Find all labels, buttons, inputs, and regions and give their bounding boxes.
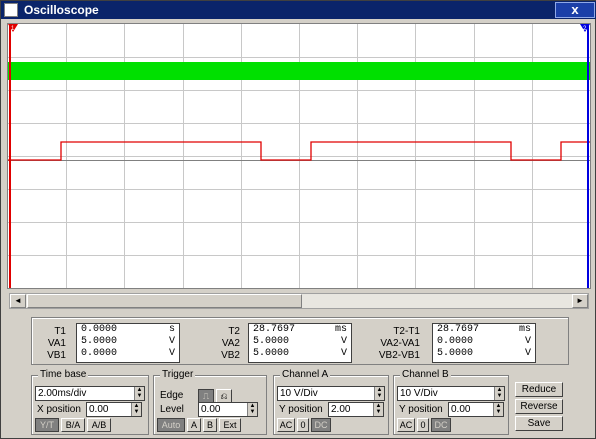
horizontal-scrollbar[interactable]: ◄ ► — [9, 293, 589, 309]
scope-display: 12 — [8, 24, 590, 288]
scope-screen: 12 — [7, 23, 591, 289]
channel-a-ypos-label: Y position — [279, 404, 323, 415]
oscilloscope-window: Oscilloscope x 12 ◄ ► T1 VA1 VB1 0.0000 s… — [0, 0, 596, 439]
vb2-label: VB2 — [221, 350, 240, 361]
vb1-value: 0.0000 — [81, 348, 118, 359]
channel-a-ypos-spinner[interactable]: 2.00 ▲ ▼ — [328, 402, 384, 417]
readout-t2-box: 28.7697 ms 5.0000 V 5.0000 V — [248, 323, 352, 363]
app-icon — [4, 3, 18, 17]
channel-b-zero-button[interactable]: 0 — [417, 418, 429, 432]
spinner-arrows-icon[interactable]: ▲ ▼ — [373, 403, 383, 416]
va2-value: 5.0000 — [253, 336, 290, 347]
t21-label: T2-T1 — [393, 326, 420, 337]
spinner-arrows-icon[interactable]: ▲ ▼ — [494, 387, 504, 400]
channel-a-ac-button[interactable]: AC — [277, 418, 295, 432]
save-button[interactable]: Save — [515, 416, 563, 431]
channel-b-ypos-spinner[interactable]: 0.00 ▲ ▼ — [448, 402, 504, 417]
xpos-spinner[interactable]: 0.00 ▲ ▼ — [86, 402, 142, 417]
channel-b-ypos: 0.00 — [451, 404, 471, 415]
trigger-ext-button[interactable]: Ext — [219, 418, 241, 432]
t1-label: T1 — [54, 326, 66, 337]
vb1-label: VB1 — [47, 350, 66, 361]
spinner-arrows-icon[interactable]: ▲ ▼ — [134, 387, 144, 400]
channel-b-ypos-label: Y position — [399, 404, 443, 415]
va2-label: VA2 — [221, 338, 240, 349]
scroll-left-button[interactable]: ◄ — [10, 294, 26, 308]
channel-b-title: Channel B — [400, 369, 451, 380]
mode-ab-button[interactable]: A/B — [87, 418, 111, 432]
va1-label: VA1 — [47, 338, 66, 349]
vb2-value: 5.0000 — [253, 348, 290, 359]
scroll-right-button[interactable]: ► — [572, 294, 588, 308]
va1-value: 5.0000 — [81, 336, 118, 347]
trigger-b-button[interactable]: B — [203, 418, 217, 432]
timebase-spinner[interactable]: 2.00ms/div ▲ ▼ — [35, 386, 145, 401]
channel-a-trace — [8, 62, 590, 80]
spinner-arrows-icon[interactable]: ▲ ▼ — [131, 403, 141, 416]
channel-b-group: Channel B 10 V/Div ▲ ▼ Y position 0.00 ▲ ▼… — [393, 369, 509, 435]
channel-a-dc-button[interactable]: DC — [311, 418, 331, 432]
title-bar: Oscilloscope x — [1, 1, 596, 19]
trigger-auto-button[interactable]: Auto — [157, 418, 185, 432]
channel-b-dc-button[interactable]: DC — [431, 418, 451, 432]
t2-label: T2 — [228, 326, 240, 337]
spinner-arrows-icon[interactable]: ▲ ▼ — [374, 387, 384, 400]
va21-unit: V — [524, 336, 531, 347]
readout-delta-box: 28.7697 ms 0.0000 V 5.0000 V — [432, 323, 536, 363]
va21-value: 0.0000 — [437, 336, 474, 347]
vb1-unit: V — [168, 348, 175, 359]
level-value: 0.00 — [201, 404, 221, 415]
reduce-button[interactable]: Reduce — [515, 382, 563, 397]
channel-b-ac-button[interactable]: AC — [397, 418, 415, 432]
channel-b-scale-spinner[interactable]: 10 V/Div ▲ ▼ — [397, 386, 505, 401]
edge-label: Edge — [160, 390, 184, 401]
t1-value: 0.0000 — [81, 324, 118, 335]
falling-edge-icon[interactable]: ⎌ — [216, 389, 232, 403]
channel-a-zero-button[interactable]: 0 — [297, 418, 309, 432]
spinner-arrows-icon[interactable]: ▲ ▼ — [493, 403, 503, 416]
mode-yt-button[interactable]: Y/T — [35, 418, 59, 432]
cursor-readout-panel: T1 VA1 VB1 0.0000 s 5.0000 V 0.0000 V T2 VA… — [31, 317, 569, 365]
reverse-button[interactable]: Reverse — [515, 399, 563, 414]
va1-unit: V — [168, 336, 175, 347]
vb21-value: 5.0000 — [437, 348, 474, 359]
xpos-value: 0.00 — [89, 404, 109, 415]
readout-t1-box: 0.0000 s 5.0000 V 0.0000 V — [76, 323, 180, 363]
t2-value: 28.7697 — [253, 324, 296, 335]
vb2-unit: V — [340, 348, 347, 359]
t21-unit: ms — [518, 324, 531, 335]
channel-a-scale: 10 V/Div — [280, 388, 318, 399]
channel-a-scale-spinner[interactable]: 10 V/Div ▲ ▼ — [277, 386, 385, 401]
level-spinner[interactable]: 0.00 ▲ ▼ — [198, 402, 258, 417]
rising-edge-icon[interactable]: ⎍ — [198, 389, 214, 403]
window-title: Oscilloscope — [24, 3, 99, 17]
t2-unit: ms — [334, 324, 347, 335]
trigger-group: Trigger Edge ⎍ ⎌ Level 0.00 ▲ ▼ Auto A B … — [153, 369, 267, 435]
va2-unit: V — [340, 336, 347, 347]
scroll-thumb[interactable] — [27, 294, 302, 308]
level-label: Level — [160, 404, 184, 415]
vb21-unit: V — [524, 348, 531, 359]
channel-a-ypos: 2.00 — [331, 404, 351, 415]
close-button[interactable]: x — [555, 2, 595, 18]
va21-label: VA2-VA1 — [380, 338, 420, 349]
channel-a-group: Channel A 10 V/Div ▲ ▼ Y position 2.00 ▲ ▼… — [273, 369, 389, 435]
timebase-value: 2.00ms/div — [38, 388, 87, 399]
trigger-a-button[interactable]: A — [187, 418, 201, 432]
timebase-title: Time base — [38, 369, 89, 380]
xpos-label: X position — [37, 404, 81, 415]
t1-unit: s — [168, 324, 175, 335]
vb21-label: VB2-VB1 — [378, 350, 420, 361]
t21-value: 28.7697 — [437, 324, 480, 335]
channel-a-title: Channel A — [280, 369, 331, 380]
timebase-group: Time base 2.00ms/div ▲ ▼ X position 0.00 … — [31, 369, 149, 435]
channel-b-scale: 10 V/Div — [400, 388, 438, 399]
spinner-arrows-icon[interactable]: ▲ ▼ — [247, 403, 257, 416]
mode-ba-button[interactable]: B/A — [61, 418, 85, 432]
trigger-title: Trigger — [160, 369, 196, 380]
